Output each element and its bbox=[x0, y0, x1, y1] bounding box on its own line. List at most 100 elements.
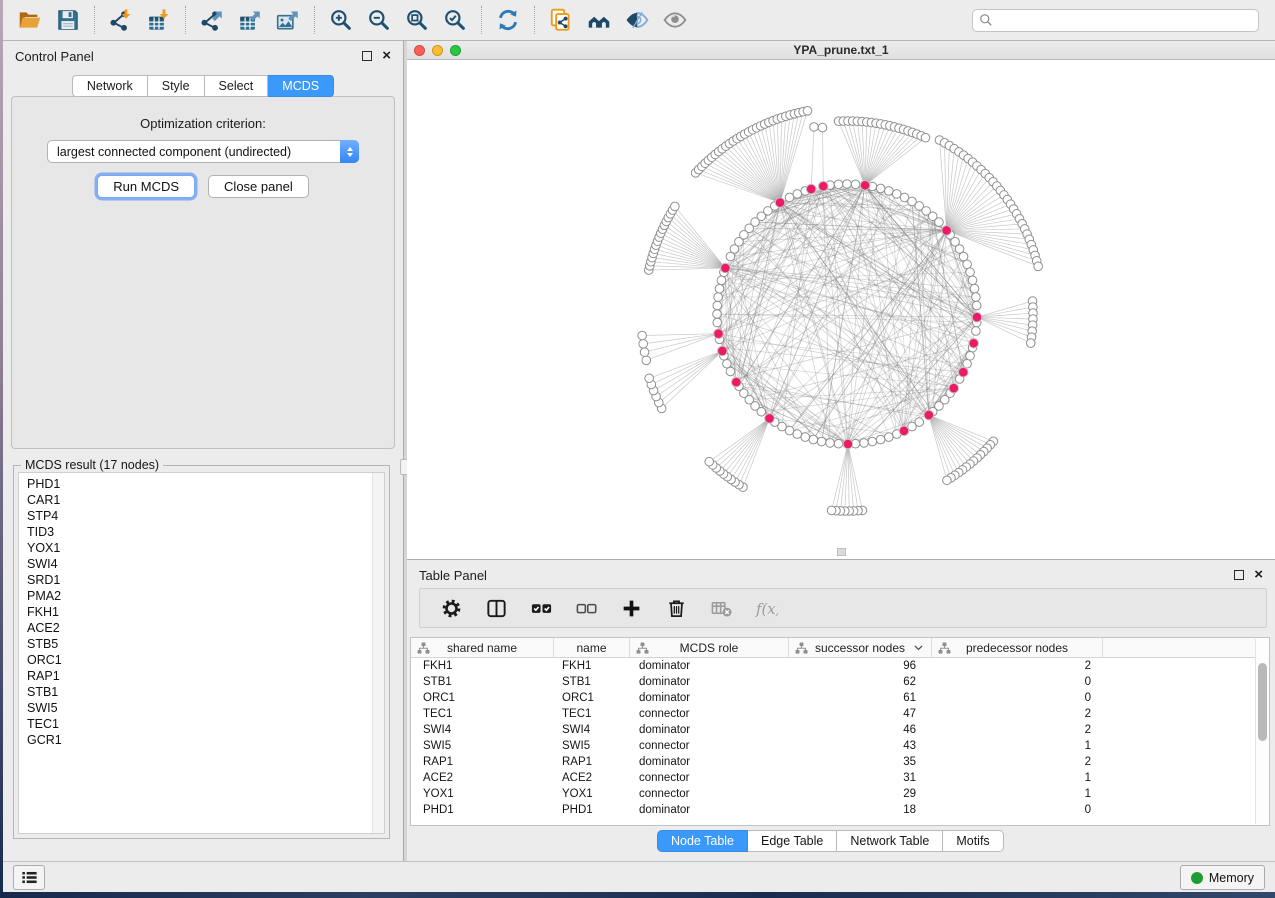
import-table-button[interactable] bbox=[140, 4, 178, 36]
run-mcds-button[interactable]: Run MCDS bbox=[97, 175, 195, 198]
mcds-result-item[interactable]: SWI4 bbox=[27, 556, 384, 572]
table-row[interactable]: ACE2ACE2connector311 bbox=[411, 770, 1256, 786]
export-image-button[interactable] bbox=[269, 4, 307, 36]
mcds-result-item[interactable]: SWI5 bbox=[27, 700, 384, 716]
show-hide-panels-button[interactable] bbox=[618, 4, 656, 36]
table-row[interactable]: FKH1FKH1dominator962 bbox=[411, 658, 1256, 674]
tab-mcds[interactable]: MCDS bbox=[268, 75, 334, 97]
tab-motifs[interactable]: Motifs bbox=[943, 830, 1003, 852]
table-scrollbar-thumb[interactable] bbox=[1258, 663, 1267, 741]
import-network-button[interactable] bbox=[102, 4, 140, 36]
task-history-button[interactable] bbox=[13, 865, 45, 890]
table-cell: dominator bbox=[630, 658, 789, 674]
column-header-successor-nodes[interactable]: successor nodes bbox=[789, 638, 932, 657]
table-cell: 2 bbox=[932, 754, 1103, 770]
export-network-button[interactable] bbox=[193, 4, 231, 36]
mcds-result-item[interactable]: SRD1 bbox=[27, 572, 384, 588]
column-header-MCDS-role[interactable]: MCDS role bbox=[630, 638, 789, 657]
select-all-columns-icon bbox=[530, 597, 553, 620]
horizontal-splitter-grip[interactable] bbox=[837, 548, 846, 556]
optimization-criterion-dropdown[interactable]: largest connected component (undirected) bbox=[47, 140, 359, 163]
table-cell: FKH1 bbox=[554, 658, 630, 674]
table-cell: dominator bbox=[630, 802, 789, 818]
zoom-in-button[interactable] bbox=[322, 4, 360, 36]
tab-node-table[interactable]: Node Table bbox=[657, 830, 748, 852]
mcds-result-item[interactable]: YOX1 bbox=[27, 540, 384, 556]
table-settings-button[interactable] bbox=[436, 593, 466, 623]
network-canvas[interactable] bbox=[407, 60, 1275, 559]
search-field[interactable] bbox=[972, 9, 1259, 32]
table-row[interactable]: ORC1ORC1dominator610 bbox=[411, 690, 1256, 706]
mcds-result-item[interactable]: PMA2 bbox=[27, 588, 384, 604]
column-header-predecessor-nodes[interactable]: predecessor nodes bbox=[932, 638, 1103, 657]
select-all-columns-button[interactable] bbox=[526, 593, 556, 623]
network-graph[interactable] bbox=[407, 60, 1275, 560]
table-row[interactable]: YOX1YOX1connector291 bbox=[411, 786, 1256, 802]
show-columns-icon bbox=[485, 597, 508, 620]
deselect-all-columns-button[interactable] bbox=[571, 593, 601, 623]
mcds-result-item[interactable]: TEC1 bbox=[27, 716, 384, 732]
mcds-result-item[interactable]: GCR1 bbox=[27, 732, 384, 748]
table-row[interactable]: SWI4SWI4dominator462 bbox=[411, 722, 1256, 738]
function-builder-icon: f(x) bbox=[755, 597, 778, 620]
float-window-icon[interactable] bbox=[362, 51, 372, 61]
mcds-buttons-row: Run MCDS Close panel bbox=[12, 175, 394, 198]
tab-style[interactable]: Style bbox=[148, 75, 205, 97]
search-input[interactable] bbox=[993, 11, 1252, 30]
table-row[interactable]: PHD1PHD1dominator180 bbox=[411, 802, 1256, 818]
toolbar-separator bbox=[314, 6, 315, 34]
export-table-button[interactable] bbox=[231, 4, 269, 36]
mcds-list-scrollbar[interactable] bbox=[372, 473, 384, 833]
refresh-button[interactable] bbox=[489, 4, 527, 36]
table-row[interactable]: TEC1TEC1connector472 bbox=[411, 706, 1256, 722]
zoom-selected-button[interactable] bbox=[436, 4, 474, 36]
mcds-result-item[interactable]: RAP1 bbox=[27, 668, 384, 684]
table-cell: 1 bbox=[932, 786, 1103, 802]
open-file-icon bbox=[17, 7, 43, 33]
mcds-result-item[interactable]: TID3 bbox=[27, 524, 384, 540]
mcds-result-item[interactable]: ACE2 bbox=[27, 620, 384, 636]
mcds-result-item[interactable]: CAR1 bbox=[27, 492, 384, 508]
tab-network-table[interactable]: Network Table bbox=[837, 830, 943, 852]
column-header-name[interactable]: name bbox=[554, 638, 630, 657]
search-icon bbox=[979, 13, 993, 27]
mcds-result-list[interactable]: PHD1CAR1STP4TID3YOX1SWI4SRD1PMA2FKH1ACE2… bbox=[18, 472, 385, 834]
table-cell: 0 bbox=[932, 674, 1103, 690]
mcds-result-item[interactable]: STP4 bbox=[27, 508, 384, 524]
clone-network-button[interactable] bbox=[542, 4, 580, 36]
memory-button[interactable]: Memory bbox=[1180, 865, 1265, 890]
search-window-icon bbox=[586, 7, 612, 33]
table-row[interactable]: SWI5SWI5connector431 bbox=[411, 738, 1256, 754]
tab-network[interactable]: Network bbox=[72, 75, 148, 97]
table-cell: SWI4 bbox=[554, 722, 630, 738]
zoom-out-button[interactable] bbox=[360, 4, 398, 36]
delete-column-button[interactable] bbox=[661, 593, 691, 623]
mcds-result-item[interactable]: FKH1 bbox=[27, 604, 384, 620]
table-float-window-icon[interactable] bbox=[1234, 570, 1244, 580]
tab-select[interactable]: Select bbox=[205, 75, 269, 97]
mcds-result-item[interactable]: ORC1 bbox=[27, 652, 384, 668]
table-row[interactable]: RAP1RAP1dominator352 bbox=[411, 754, 1256, 770]
open-file-button[interactable] bbox=[11, 4, 49, 36]
table-row[interactable]: STB1STB1dominator620 bbox=[411, 674, 1256, 690]
save-session-icon bbox=[55, 7, 81, 33]
save-session-button[interactable] bbox=[49, 4, 87, 36]
table-close-panel-icon[interactable]: × bbox=[1254, 570, 1263, 580]
add-column-button[interactable] bbox=[616, 593, 646, 623]
network-window-titlebar: YPA_prune.txt_1 bbox=[407, 41, 1275, 60]
column-header-shared-name[interactable]: shared name bbox=[411, 638, 554, 657]
table-body: FKH1FKH1dominator962STB1STB1dominator620… bbox=[411, 658, 1256, 818]
table-cell: PHD1 bbox=[411, 802, 554, 818]
mcds-result-item[interactable]: STB5 bbox=[27, 636, 384, 652]
tab-edge-table[interactable]: Edge Table bbox=[748, 830, 837, 852]
mcds-tab-content: Optimization criterion: largest connecte… bbox=[11, 96, 395, 449]
close-panel-icon[interactable]: × bbox=[382, 51, 391, 61]
close-panel-button[interactable]: Close panel bbox=[208, 175, 309, 198]
zoom-fit-button[interactable] bbox=[398, 4, 436, 36]
mcds-result-item[interactable]: STB1 bbox=[27, 684, 384, 700]
control-panel-header: Control Panel × bbox=[3, 41, 403, 67]
search-window-button[interactable] bbox=[580, 4, 618, 36]
mcds-result-item[interactable]: PHD1 bbox=[27, 476, 384, 492]
show-columns-button[interactable] bbox=[481, 593, 511, 623]
table-scrollbar[interactable] bbox=[1255, 639, 1269, 824]
